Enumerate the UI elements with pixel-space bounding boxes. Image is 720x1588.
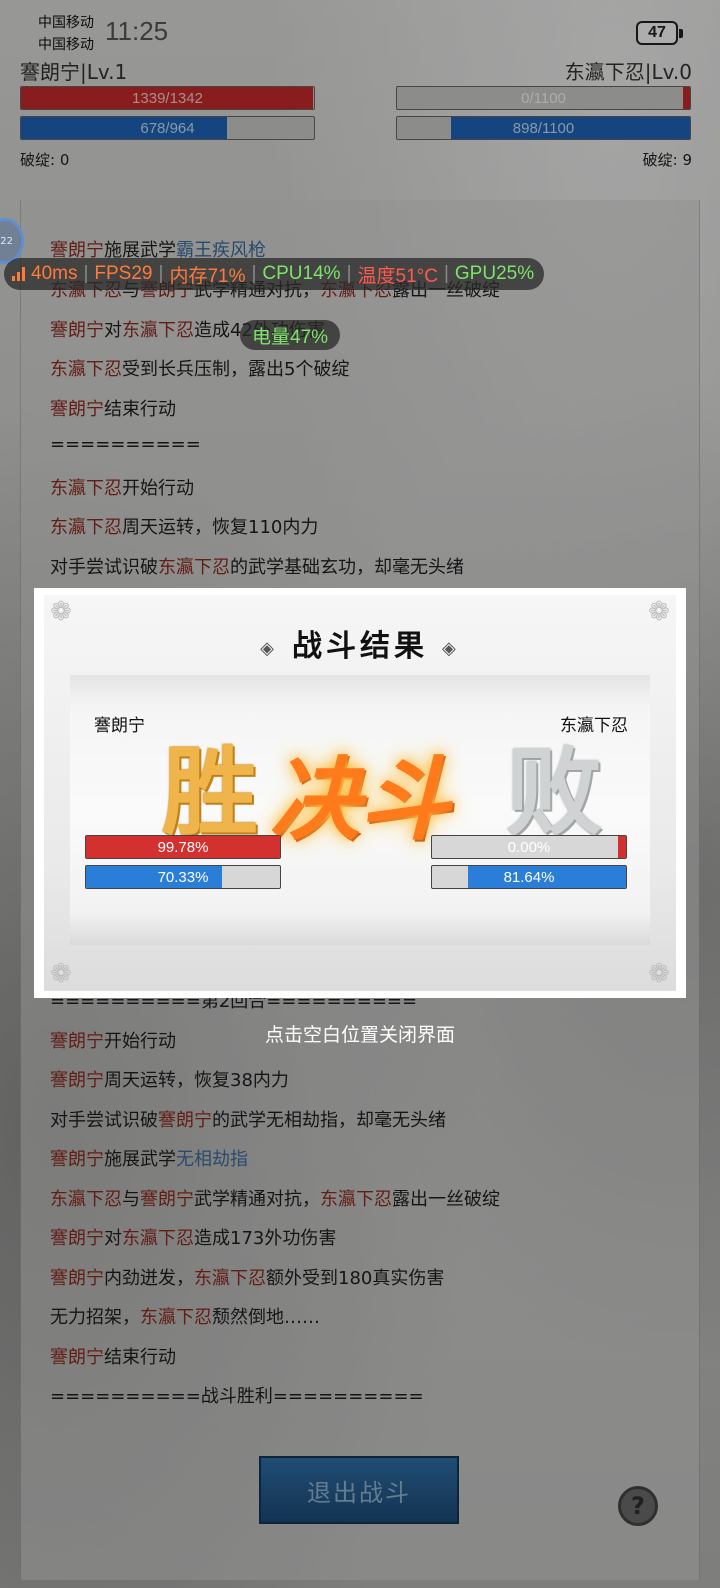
separator: |	[443, 263, 449, 284]
separator: |	[251, 263, 257, 284]
battery-overlay: 电量47%	[240, 320, 341, 350]
defeat-glyph: 败	[506, 736, 602, 849]
winner-mp-text: 70.33%	[157, 868, 209, 886]
winner-name: 謇朗宁	[94, 716, 145, 736]
diamond-icon: ◈	[442, 637, 460, 659]
battle-result-modal: ❁ ❁ ❁ ❁ ◈ 战斗结果 ◈ 謇朗宁 东瀛下忍 胜 决斗 败 99.78% 70…	[34, 588, 686, 998]
separator: |	[346, 263, 352, 284]
loser-hp-bar: 0.00%	[431, 835, 627, 859]
ping-value: 40ms	[31, 263, 78, 284]
corner-ornament-icon: ❁	[50, 959, 72, 989]
signal-icon	[12, 267, 25, 281]
performance-overlay[interactable]: 40ms | FPS29 | 内存71% | CPU14% | 温度51°C |…	[4, 258, 545, 290]
winner-hp-text: 99.78%	[157, 838, 209, 856]
gpu-value: GPU25%	[454, 263, 535, 284]
loser-name: 东瀛下忍	[560, 716, 628, 736]
corner-ornament-icon: ❁	[648, 959, 670, 989]
loser-mp-bar: 81.64%	[431, 865, 627, 889]
modal-title-text: 战斗结果	[292, 629, 428, 664]
close-hint: 点击空白位置关闭界面	[264, 1024, 455, 1046]
separator: |	[83, 263, 89, 284]
diamond-icon: ◈	[260, 637, 278, 659]
modal-title: ◈ 战斗结果 ◈	[44, 621, 676, 665]
temperature-value: 温度51°C	[357, 265, 438, 287]
modal-body: ❁ ❁ ❁ ❁ ◈ 战斗结果 ◈ 謇朗宁 东瀛下忍 胜 决斗 败 99.78% 70…	[44, 595, 676, 991]
loser-hp-text: 0.00%	[507, 838, 551, 856]
cpu-value: CPU14%	[262, 263, 341, 284]
winner-mp-bar: 70.33%	[85, 865, 281, 889]
loser-mp-text: 81.64%	[503, 868, 555, 886]
fps-value: FPS29	[94, 263, 153, 284]
winner-hp-bar: 99.78%	[85, 835, 281, 859]
separator: |	[158, 263, 164, 284]
memory-value: 内存71%	[169, 265, 246, 287]
